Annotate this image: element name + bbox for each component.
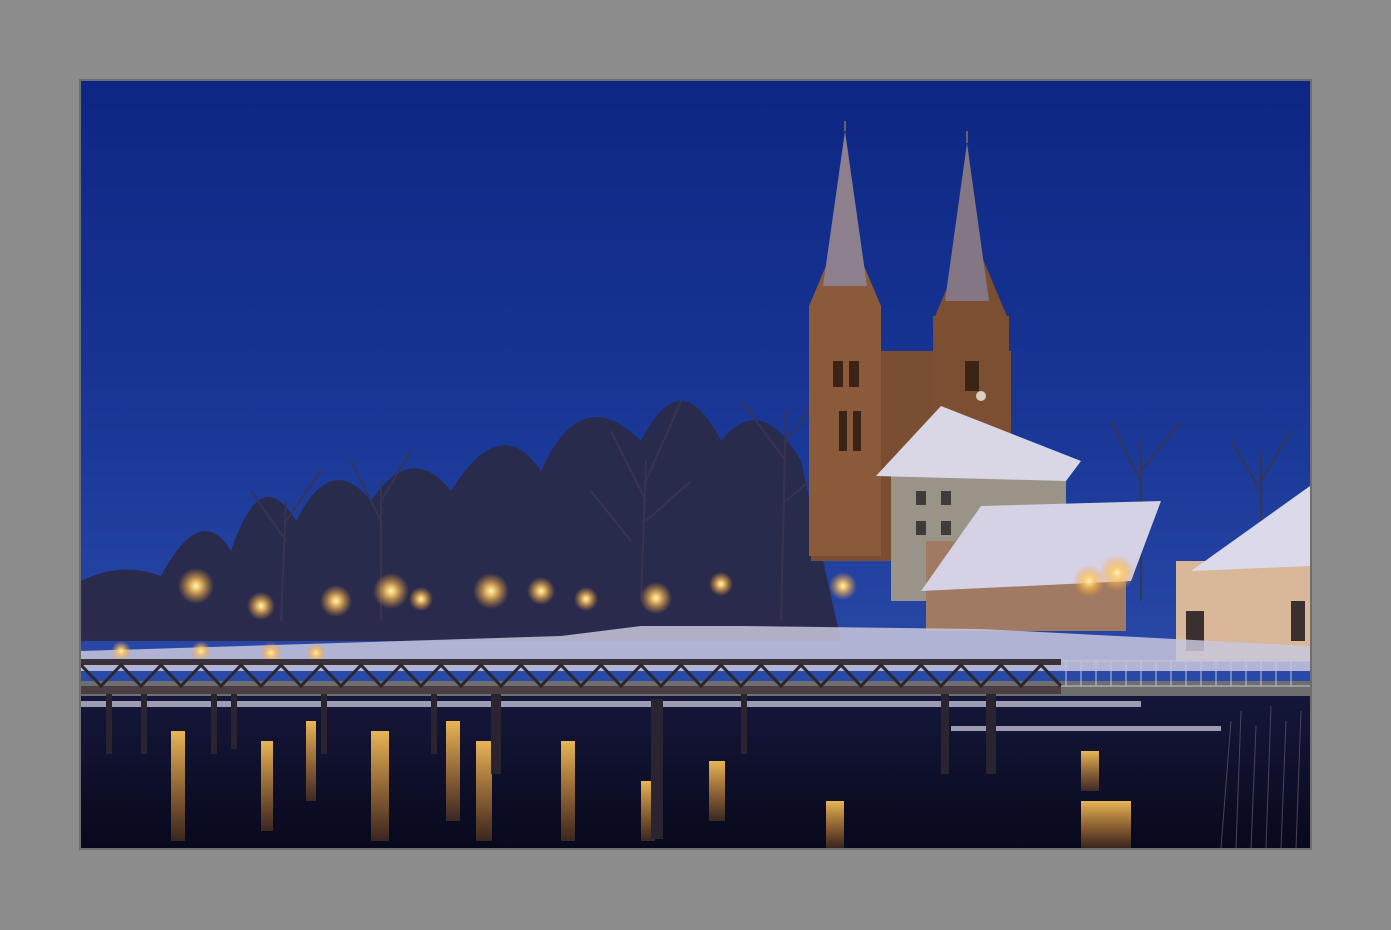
photo-scene [81,81,1310,848]
night-photo [81,81,1310,848]
